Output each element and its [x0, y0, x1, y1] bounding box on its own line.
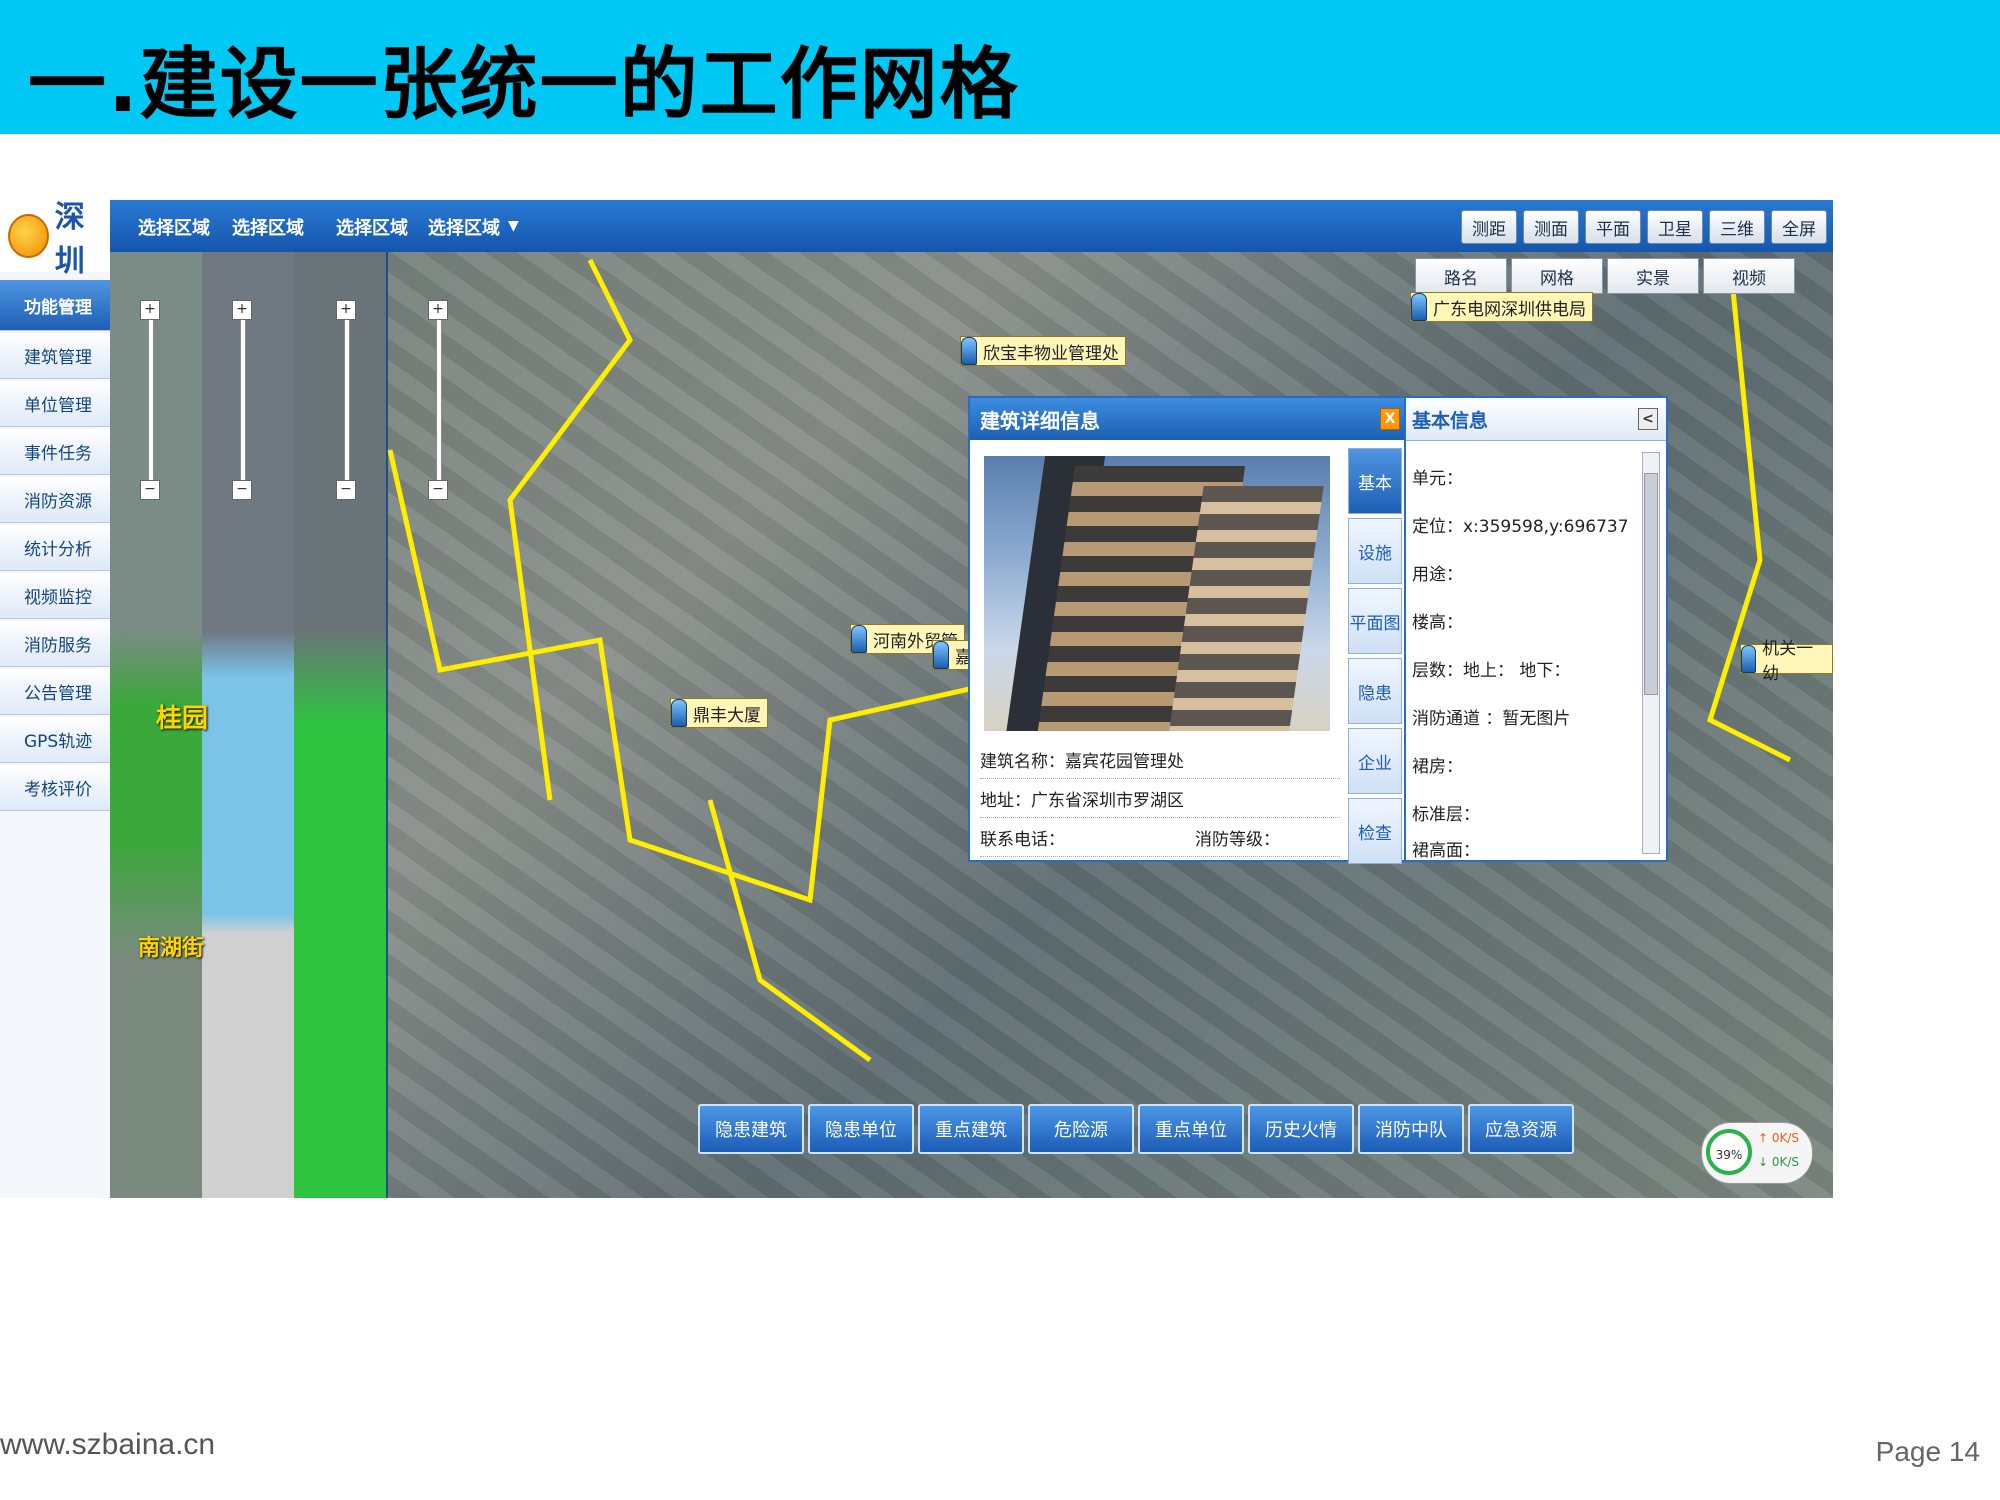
building-marker[interactable]: 欣宝丰物业管理处: [960, 336, 1126, 366]
slide-title: 一.建设一张统一的工作网格: [28, 40, 1020, 130]
basic-info-item: 定位：x:359598,y:696737: [1412, 516, 1629, 537]
tab-floor-plan[interactable]: 平面图: [1348, 588, 1402, 654]
building-detail-popup: 建筑详细信息 X 基本 设施 平面图 隐患 企业 检查 建筑名称：嘉宾花园管理处…: [968, 396, 1408, 864]
slide-header: 一.建设一张统一的工作网格: [0, 0, 2000, 134]
key-units-button[interactable]: 重点单位: [1138, 1104, 1244, 1154]
basic-info-item: 裙房：: [1412, 756, 1463, 777]
building-info-rows: 建筑名称：嘉宾花园管理处 地址：广东省深圳市罗湖区 联系电话： 消防等级：: [980, 740, 1340, 857]
popup-title: 建筑详细信息: [980, 408, 1100, 433]
street-view-layer-button[interactable]: 实景: [1607, 258, 1699, 294]
hazard-buildings-button[interactable]: 隐患建筑: [698, 1104, 804, 1154]
scrollbar[interactable]: [1642, 452, 1660, 854]
popup-header: 建筑详细信息 X: [970, 398, 1406, 440]
download-speed: 0K/S: [1771, 1155, 1800, 1169]
building-address: 地址：广东省深圳市罗湖区: [980, 779, 1340, 818]
upload-speed: 0K/S: [1771, 1131, 1800, 1145]
emergency-resources-button[interactable]: 应急资源: [1468, 1104, 1574, 1154]
basic-info-title: 基本信息: [1412, 409, 1489, 432]
measure-area-button[interactable]: 测面: [1523, 210, 1579, 244]
basic-info-item: 裙高面：: [1412, 840, 1480, 861]
building-name: 建筑名称：嘉宾花园管理处: [980, 740, 1340, 779]
download-arrow-icon: ↓: [1758, 1155, 1772, 1169]
grid-layer-button[interactable]: 网格: [1511, 258, 1603, 294]
building-pin-icon: [851, 625, 867, 653]
scrollbar-thumb[interactable]: [1644, 473, 1658, 695]
basic-info-item: 楼高：: [1412, 612, 1463, 633]
nav-item-notices[interactable]: 公告管理: [0, 669, 110, 715]
basic-info-item: 单元：: [1412, 468, 1463, 489]
basic-info-panel: 基本信息 < 单元： 定位：x:359598,y:696737 用途： 楼高： …: [1404, 396, 1668, 862]
building-pin-icon: [961, 337, 977, 365]
fire-history-button[interactable]: 历史火情: [1248, 1104, 1354, 1154]
nav-list: 功能管理 建筑管理 单位管理 事件任务 消防资源 统计分析 视频监控 消防服务 …: [0, 280, 110, 813]
left-nav: 深圳 功能管理 建筑管理 单位管理 事件任务 消防资源 统计分析 视频监控 消防…: [0, 200, 111, 1198]
building-marker[interactable]: 机关一幼: [1740, 639, 1833, 684]
app-screenshot: 深圳 功能管理 建筑管理 单位管理 事件任务 消防资源 统计分析 视频监控 消防…: [0, 200, 1833, 1198]
nav-item-evaluation[interactable]: 考核评价: [0, 765, 110, 811]
building-pin-icon: [933, 641, 949, 669]
basic-info-list: 单元： 定位：x:359598,y:696737 用途： 楼高： 层数：地上： …: [1412, 452, 1634, 861]
nav-item-fire-resources[interactable]: 消防资源: [0, 477, 110, 523]
key-buildings-button[interactable]: 重点建筑: [918, 1104, 1024, 1154]
satellite-view-button[interactable]: 卫星: [1647, 210, 1703, 244]
tab-basic[interactable]: 基本: [1348, 448, 1402, 514]
app-logo: 深圳: [0, 200, 110, 279]
close-icon[interactable]: X: [1380, 408, 1400, 430]
detail-tabs: 基本 设施 平面图 隐患 企业 检查: [1348, 448, 1402, 868]
building-photo: [984, 456, 1330, 731]
view-mode-buttons: 测距 测面 平面 卫星 三维 全屏: [1461, 210, 1833, 244]
tab-enterprises[interactable]: 企业: [1348, 728, 1402, 794]
building-marker[interactable]: 广东电网深圳供电局: [1410, 292, 1593, 322]
basic-info-item: 标准层：: [1412, 804, 1480, 825]
basic-info-header: 基本信息 <: [1406, 398, 1666, 441]
contact-phone: 联系电话：: [980, 829, 1065, 850]
nav-item-fire-service[interactable]: 消防服务: [0, 621, 110, 667]
basic-info-item: 层数：地上： 地下：: [1412, 660, 1571, 681]
3d-view-button[interactable]: 三维: [1709, 210, 1765, 244]
fullscreen-button[interactable]: 全屏: [1771, 210, 1827, 244]
hazard-sources-button[interactable]: 危险源: [1028, 1104, 1134, 1154]
measure-distance-button[interactable]: 测距: [1461, 210, 1517, 244]
basic-info-item: 消防通道 ：暂无图片: [1412, 708, 1571, 729]
bottom-layer-buttons: 隐患建筑 隐患单位 重点建筑 危险源 重点单位 历史火情 消防中队 应急资源: [698, 1104, 1574, 1154]
building-pin-icon: [1411, 293, 1427, 321]
building-pin-icon: [671, 699, 687, 727]
flat-view-button[interactable]: 平面: [1585, 210, 1641, 244]
nav-item-gps[interactable]: GPS轨迹: [0, 717, 110, 763]
layer-toggle-buttons: 路名 网格 实景 视频: [1415, 258, 1795, 294]
logo-icon: [8, 214, 49, 258]
speed-percent: 39%: [1706, 1129, 1752, 1175]
hazard-units-button[interactable]: 隐患单位: [808, 1104, 914, 1154]
logo-text: 深圳: [54, 200, 85, 279]
fire-stations-button[interactable]: 消防中队: [1358, 1104, 1464, 1154]
road-name-layer-button[interactable]: 路名: [1415, 258, 1507, 294]
building-pin-icon: [1741, 645, 1757, 673]
tab-inspections[interactable]: 检查: [1348, 798, 1402, 864]
network-speed-widget: 39% ↑ 0K/S ↓ 0K/S: [1701, 1122, 1813, 1184]
tab-facilities[interactable]: 设施: [1348, 518, 1402, 584]
map-view[interactable]: 选择区域 选择区域 选择区域 选择区域 ▼ + − + − + − + − 桂园…: [110, 200, 1833, 1198]
nav-item-video[interactable]: 视频监控: [0, 573, 110, 619]
tab-hazards[interactable]: 隐患: [1348, 658, 1402, 724]
upload-arrow-icon: ↑: [1758, 1131, 1772, 1145]
video-layer-button[interactable]: 视频: [1703, 258, 1795, 294]
collapse-icon[interactable]: <: [1638, 408, 1658, 430]
nav-item-statistics[interactable]: 统计分析: [0, 525, 110, 571]
footer-url: www.szbaina.cn: [0, 1428, 216, 1461]
nav-item-building[interactable]: 建筑管理: [0, 333, 110, 379]
basic-info-item: 用途：: [1412, 564, 1463, 585]
nav-item-unit[interactable]: 单位管理: [0, 381, 110, 427]
building-marker[interactable]: 鼎丰大厦: [670, 698, 768, 728]
nav-item-events[interactable]: 事件任务: [0, 429, 110, 475]
contact-row: 联系电话： 消防等级：: [980, 818, 1340, 857]
page-number: Page 14: [1875, 1436, 1980, 1467]
nav-item-function-management[interactable]: 功能管理: [0, 280, 110, 331]
fire-level: 消防等级：: [1195, 829, 1280, 850]
